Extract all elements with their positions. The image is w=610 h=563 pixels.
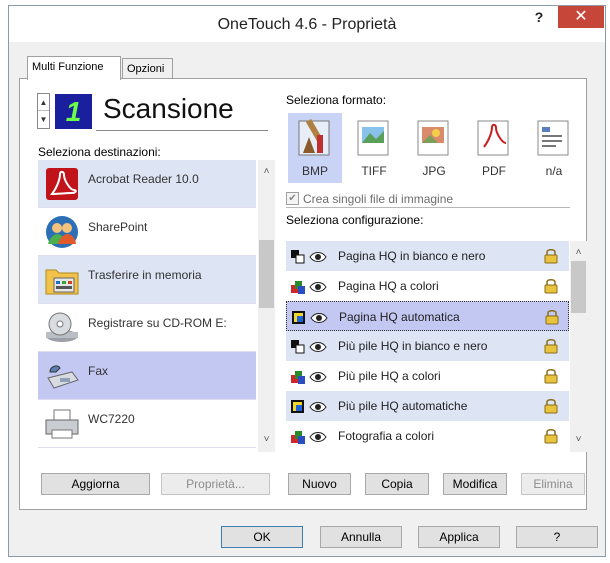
spinner-down-icon[interactable]: ▼ bbox=[38, 111, 49, 128]
color-mode-icon bbox=[291, 371, 327, 384]
cd-rom-icon bbox=[46, 312, 78, 342]
format-na[interactable]: n/a bbox=[527, 113, 581, 183]
configuration-item[interactable]: Più pile HQ automatiche bbox=[286, 391, 569, 421]
scroll-thumb[interactable] bbox=[571, 261, 586, 313]
title-help-button[interactable]: ? bbox=[525, 6, 553, 28]
proprieta-button[interactable]: Proprietà... bbox=[161, 473, 270, 495]
scroll-up-icon[interactable]: ˄ bbox=[258, 164, 275, 180]
configuration-item[interactable]: Pagina HQ a colori bbox=[286, 271, 569, 301]
scroll-thumb[interactable] bbox=[259, 240, 274, 308]
configuration-label: Pagina HQ a colori bbox=[338, 279, 439, 293]
modifica-button[interactable]: Modifica bbox=[443, 473, 507, 495]
configuration-label: Fotografia a colori bbox=[338, 429, 435, 443]
scroll-down-icon[interactable]: ˅ bbox=[570, 432, 587, 448]
elimina-button[interactable]: Elimina bbox=[521, 473, 585, 495]
copia-button[interactable]: Copia bbox=[365, 473, 429, 495]
destination-item-sharepoint[interactable]: SharePoint bbox=[38, 208, 256, 256]
auto-mode-icon bbox=[291, 400, 327, 413]
lock-icon bbox=[545, 310, 559, 325]
format-jpg[interactable]: JPG bbox=[407, 113, 461, 183]
tab-opzioni[interactable]: Opzioni bbox=[122, 58, 173, 80]
folder-icon bbox=[45, 269, 79, 295]
destination-label: Registrare su CD-ROM E: bbox=[88, 316, 227, 330]
destination-item-acrobat[interactable]: Acrobat Reader 10.0 bbox=[38, 160, 256, 208]
jpg-icon bbox=[417, 120, 449, 156]
configuration-scrollbar[interactable]: ˄ ˅ bbox=[570, 241, 587, 452]
format-divider bbox=[286, 207, 570, 208]
spinner-up-icon[interactable]: ▲ bbox=[38, 94, 49, 111]
destination-scrollbar[interactable]: ˄ ˅ bbox=[258, 160, 275, 452]
window-title: OneTouch 4.6 - Proprietà bbox=[217, 16, 397, 33]
tab-multi-funzione[interactable]: Multi Funzione bbox=[27, 56, 121, 80]
annulla-button[interactable]: Annulla bbox=[320, 526, 402, 548]
destination-label: Trasferire in memoria bbox=[88, 268, 202, 282]
applica-button[interactable]: Applica bbox=[418, 526, 500, 548]
bw-mode-icon bbox=[291, 250, 327, 264]
lock-icon bbox=[544, 429, 558, 444]
acrobat-icon bbox=[46, 168, 78, 200]
pdf-icon bbox=[477, 120, 509, 156]
destination-item-cd-rom[interactable]: Registrare su CD-ROM E: bbox=[38, 304, 256, 352]
scroll-up-icon[interactable]: ˄ bbox=[570, 245, 587, 261]
destinations-label: Seleziona destinazioni: bbox=[38, 145, 161, 159]
configuration-item[interactable]: Pagina HQ automatica bbox=[286, 301, 569, 331]
format-label: PDF bbox=[482, 164, 506, 178]
color-mode-icon bbox=[291, 281, 327, 294]
configuration-label: Più pile HQ automatiche bbox=[338, 399, 468, 413]
tiff-icon bbox=[357, 120, 389, 156]
color-mode-icon bbox=[291, 431, 327, 444]
destination-label: Acrobat Reader 10.0 bbox=[88, 172, 199, 186]
function-spinner[interactable]: ▲ ▼ bbox=[37, 93, 50, 129]
destination-item-printer[interactable]: WC7220 bbox=[38, 400, 256, 448]
destination-label: WC7220 bbox=[88, 412, 135, 426]
aggiorna-button[interactable]: Aggiorna bbox=[41, 473, 150, 495]
format-label: n/a bbox=[545, 164, 563, 178]
configuration-item[interactable]: Più pile HQ in bianco e nero bbox=[286, 331, 569, 361]
configuration-label: Pagina HQ in bianco e nero bbox=[338, 249, 486, 263]
configuration-label: Più pile HQ a colori bbox=[338, 369, 441, 383]
configuration-item[interactable]: Pagina HQ in bianco e nero bbox=[286, 241, 569, 271]
sharepoint-icon bbox=[46, 216, 78, 248]
format-bmp[interactable]: BMP bbox=[288, 113, 342, 183]
single-files-label: Crea singoli file di immagine bbox=[303, 192, 454, 206]
single-files-checkbox[interactable]: ✔ bbox=[286, 192, 299, 205]
auto-mode-icon bbox=[292, 311, 328, 324]
configuration-list: Pagina HQ in bianco e nero Pagina HQ a c… bbox=[286, 241, 569, 452]
format-label: TIFF bbox=[361, 164, 387, 178]
formats-label: Seleziona formato: bbox=[286, 93, 387, 107]
configuration-item[interactable]: Più pile HQ a colori bbox=[286, 361, 569, 391]
destination-item-memory[interactable]: Trasferire in memoria bbox=[38, 256, 256, 304]
lock-icon bbox=[544, 339, 558, 354]
lock-icon bbox=[544, 399, 558, 414]
na-icon bbox=[537, 120, 569, 156]
format-label: JPG bbox=[422, 164, 446, 178]
title-bar: OneTouch 4.6 - Proprietà ? ✕ bbox=[9, 6, 605, 42]
ok-button[interactable]: OK bbox=[221, 526, 303, 548]
format-tiff[interactable]: TIFF bbox=[347, 113, 401, 183]
close-button[interactable]: ✕ bbox=[558, 6, 604, 28]
help-button[interactable]: ? bbox=[516, 526, 598, 548]
function-number: 1 bbox=[55, 94, 92, 129]
configuration-label: Più pile HQ in bianco e nero bbox=[338, 339, 488, 353]
destination-list: Acrobat Reader 10.0 SharePoint Trasferir… bbox=[38, 160, 256, 452]
configuration-item[interactable]: Fotografia a colori bbox=[286, 421, 569, 451]
lock-icon bbox=[544, 279, 558, 294]
bmp-icon bbox=[298, 118, 330, 156]
format-label: BMP bbox=[301, 164, 328, 178]
title-underline bbox=[96, 130, 268, 131]
lock-icon bbox=[544, 249, 558, 264]
bw-mode-icon bbox=[291, 340, 327, 354]
destination-label: Fax bbox=[88, 364, 109, 378]
destination-label: SharePoint bbox=[88, 220, 148, 234]
lock-icon bbox=[544, 369, 558, 384]
nuovo-button[interactable]: Nuovo bbox=[288, 473, 351, 495]
printer-icon bbox=[45, 409, 79, 439]
function-title: Scansione bbox=[103, 93, 234, 124]
format-pdf[interactable]: PDF bbox=[467, 113, 521, 183]
configurations-label: Seleziona configurazione: bbox=[286, 213, 424, 227]
destination-item-fax[interactable]: Fax bbox=[38, 352, 256, 400]
fax-icon bbox=[47, 365, 79, 389]
scroll-down-icon[interactable]: ˅ bbox=[258, 432, 275, 448]
configuration-label: Pagina HQ automatica bbox=[339, 310, 460, 324]
